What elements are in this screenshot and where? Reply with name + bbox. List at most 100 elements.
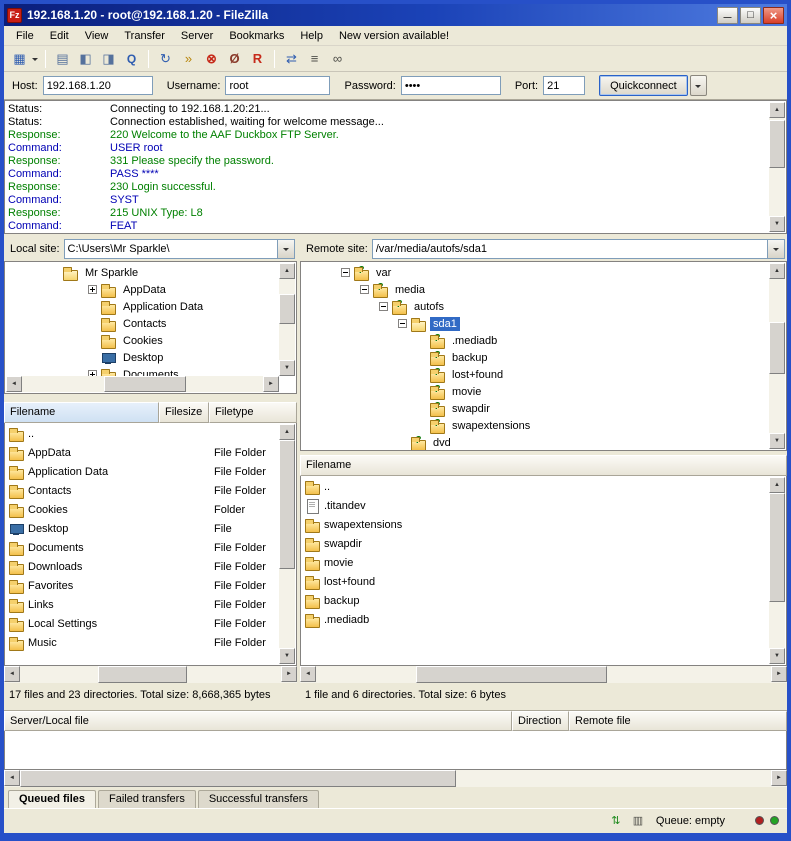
minimize-button[interactable] (717, 7, 738, 24)
column-header-filename[interactable]: Filename (4, 402, 159, 423)
tree-item[interactable]: movie (303, 383, 768, 400)
remote-path-combo[interactable] (372, 239, 785, 259)
refresh-icon[interactable]: ↻ (154, 48, 177, 70)
tree-item[interactable]: Cookies (7, 332, 278, 349)
column-header-filetype[interactable]: Filetype (209, 402, 297, 423)
tree-item[interactable]: swapextensions (303, 417, 768, 434)
menu-transfer[interactable]: Transfer (116, 28, 173, 44)
cancel-icon[interactable]: ⊗ (200, 48, 223, 70)
column-header-filename[interactable]: Filename (300, 455, 787, 476)
menu-help[interactable]: Help (292, 28, 331, 44)
scroll-left-button[interactable]: ◄ (300, 666, 316, 682)
port-input[interactable] (543, 76, 585, 95)
site-manager-icon[interactable]: ▦ (8, 48, 31, 70)
reconnect-icon[interactable]: R (246, 48, 269, 70)
tree-item[interactable]: var (303, 264, 768, 281)
file-row[interactable]: .mediadb (303, 610, 768, 629)
tree-item[interactable]: .mediadb (303, 332, 768, 349)
local-list-vertical-scrollbar[interactable]: ▲ ▼ (279, 424, 295, 664)
splitter[interactable] (4, 394, 297, 402)
scroll-down-button[interactable]: ▼ (769, 216, 785, 232)
tab-successful-transfers[interactable]: Successful transfers (198, 790, 319, 808)
queue-horizontal-scrollbar[interactable]: ◄ ► (4, 770, 787, 787)
tree-item[interactable]: dvd (303, 434, 768, 451)
column-header-filesize[interactable]: Filesize (159, 402, 209, 423)
close-button[interactable] (763, 7, 784, 24)
file-row[interactable]: lost+found (303, 572, 768, 591)
scroll-right-button[interactable]: ► (771, 770, 787, 786)
remote-tree-vertical-scrollbar[interactable]: ▲ ▼ (769, 263, 785, 449)
column-header-server-local-file[interactable]: Server/Local file (4, 711, 512, 731)
file-row[interactable]: .titandev (303, 496, 768, 515)
remote-path-input[interactable] (373, 241, 767, 257)
scroll-up-button[interactable]: ▲ (769, 263, 785, 279)
scrollbar-thumb[interactable] (98, 666, 187, 683)
tree-item[interactable]: Application Data (7, 298, 278, 315)
directory-compare-icon[interactable]: ⇄ (280, 48, 303, 70)
file-row[interactable]: AppDataFile Folder (7, 443, 278, 462)
scroll-up-button[interactable]: ▲ (279, 263, 295, 279)
menu-server[interactable]: Server (173, 28, 221, 44)
scroll-up-button[interactable]: ▲ (769, 477, 785, 493)
local-tree-vertical-scrollbar[interactable]: ▲ ▼ (279, 263, 295, 376)
remote-list-horizontal-scrollbar[interactable]: ◄ ► (300, 666, 787, 683)
file-row[interactable]: ContactsFile Folder (7, 481, 278, 500)
scroll-up-button[interactable]: ▲ (279, 424, 295, 440)
title-bar[interactable]: Fz 192.168.1.20 - root@192.168.1.20 - Fi… (4, 4, 787, 26)
username-input[interactable] (225, 76, 330, 95)
local-tree-horizontal-scrollbar[interactable]: ◄ ► (6, 376, 279, 392)
tree-item[interactable]: AppData (7, 281, 278, 298)
scrollbar-thumb[interactable] (769, 493, 785, 602)
scroll-up-button[interactable]: ▲ (769, 102, 785, 118)
file-row[interactable]: Application DataFile Folder (7, 462, 278, 481)
tree-item[interactable]: Mr Sparkle (7, 264, 278, 281)
maximize-button[interactable] (740, 7, 761, 24)
scroll-right-button[interactable]: ► (281, 666, 297, 682)
toggle-queue-icon[interactable]: Q (120, 48, 143, 70)
local-path-combo[interactable] (64, 239, 295, 259)
tree-item[interactable]: Contacts (7, 315, 278, 332)
menu-file[interactable]: File (8, 28, 42, 44)
column-header-direction[interactable]: Direction (512, 711, 569, 731)
column-header-remote-file[interactable]: Remote file (569, 711, 787, 731)
remote-list-vertical-scrollbar[interactable]: ▲ ▼ (769, 477, 785, 664)
transfer-queue-list[interactable] (4, 731, 787, 770)
scrollbar-thumb[interactable] (279, 440, 295, 569)
file-row[interactable]: swapextensions (303, 515, 768, 534)
message-log[interactable]: Status:Connecting to 192.168.1.20:21... … (4, 100, 787, 234)
toggle-local-tree-icon[interactable]: ◧ (74, 48, 97, 70)
tab-queued-files[interactable]: Queued files (8, 790, 96, 808)
tree-item[interactable]: autofs (303, 298, 768, 315)
combo-dropdown-button[interactable] (277, 240, 294, 258)
scroll-down-button[interactable]: ▼ (279, 648, 295, 664)
scroll-right-button[interactable]: ► (263, 376, 279, 392)
scrollbar-thumb[interactable] (769, 322, 785, 374)
combo-dropdown-button[interactable] (767, 240, 784, 258)
file-row[interactable]: FavoritesFile Folder (7, 576, 278, 595)
directory-filter-icon[interactable]: ▥ (630, 814, 646, 828)
tree-item[interactable]: swapdir (303, 400, 768, 417)
toggle-message-log-icon[interactable]: ▤ (51, 48, 74, 70)
menu-edit[interactable]: Edit (42, 28, 77, 44)
search-icon[interactable]: ∞ (326, 48, 349, 70)
tree-item[interactable]: Desktop (7, 349, 278, 366)
menu-view[interactable]: View (77, 28, 117, 44)
file-row[interactable]: backup (303, 591, 768, 610)
synchronized-browsing-icon[interactable]: ≡ (303, 48, 326, 70)
file-row[interactable]: MusicFile Folder (7, 633, 278, 652)
host-input[interactable] (43, 76, 153, 95)
scrollbar-thumb[interactable] (279, 294, 295, 325)
local-directory-tree[interactable]: Mr Sparkle AppData Application Data Cont… (4, 261, 297, 394)
file-row[interactable]: swapdir (303, 534, 768, 553)
file-row[interactable]: .. (7, 424, 278, 443)
file-row[interactable]: DesktopFile (7, 519, 278, 538)
file-row[interactable]: Local SettingsFile Folder (7, 614, 278, 633)
tree-item[interactable]: lost+found (303, 366, 768, 383)
quickconnect-button[interactable]: Quickconnect (599, 75, 688, 96)
process-queue-icon[interactable]: » (177, 48, 200, 70)
collapse-icon[interactable] (398, 319, 407, 328)
scroll-right-button[interactable]: ► (771, 666, 787, 682)
scroll-left-button[interactable]: ◄ (6, 376, 22, 392)
scroll-left-button[interactable]: ◄ (4, 666, 20, 682)
log-vertical-scrollbar[interactable]: ▲ ▼ (769, 102, 785, 232)
